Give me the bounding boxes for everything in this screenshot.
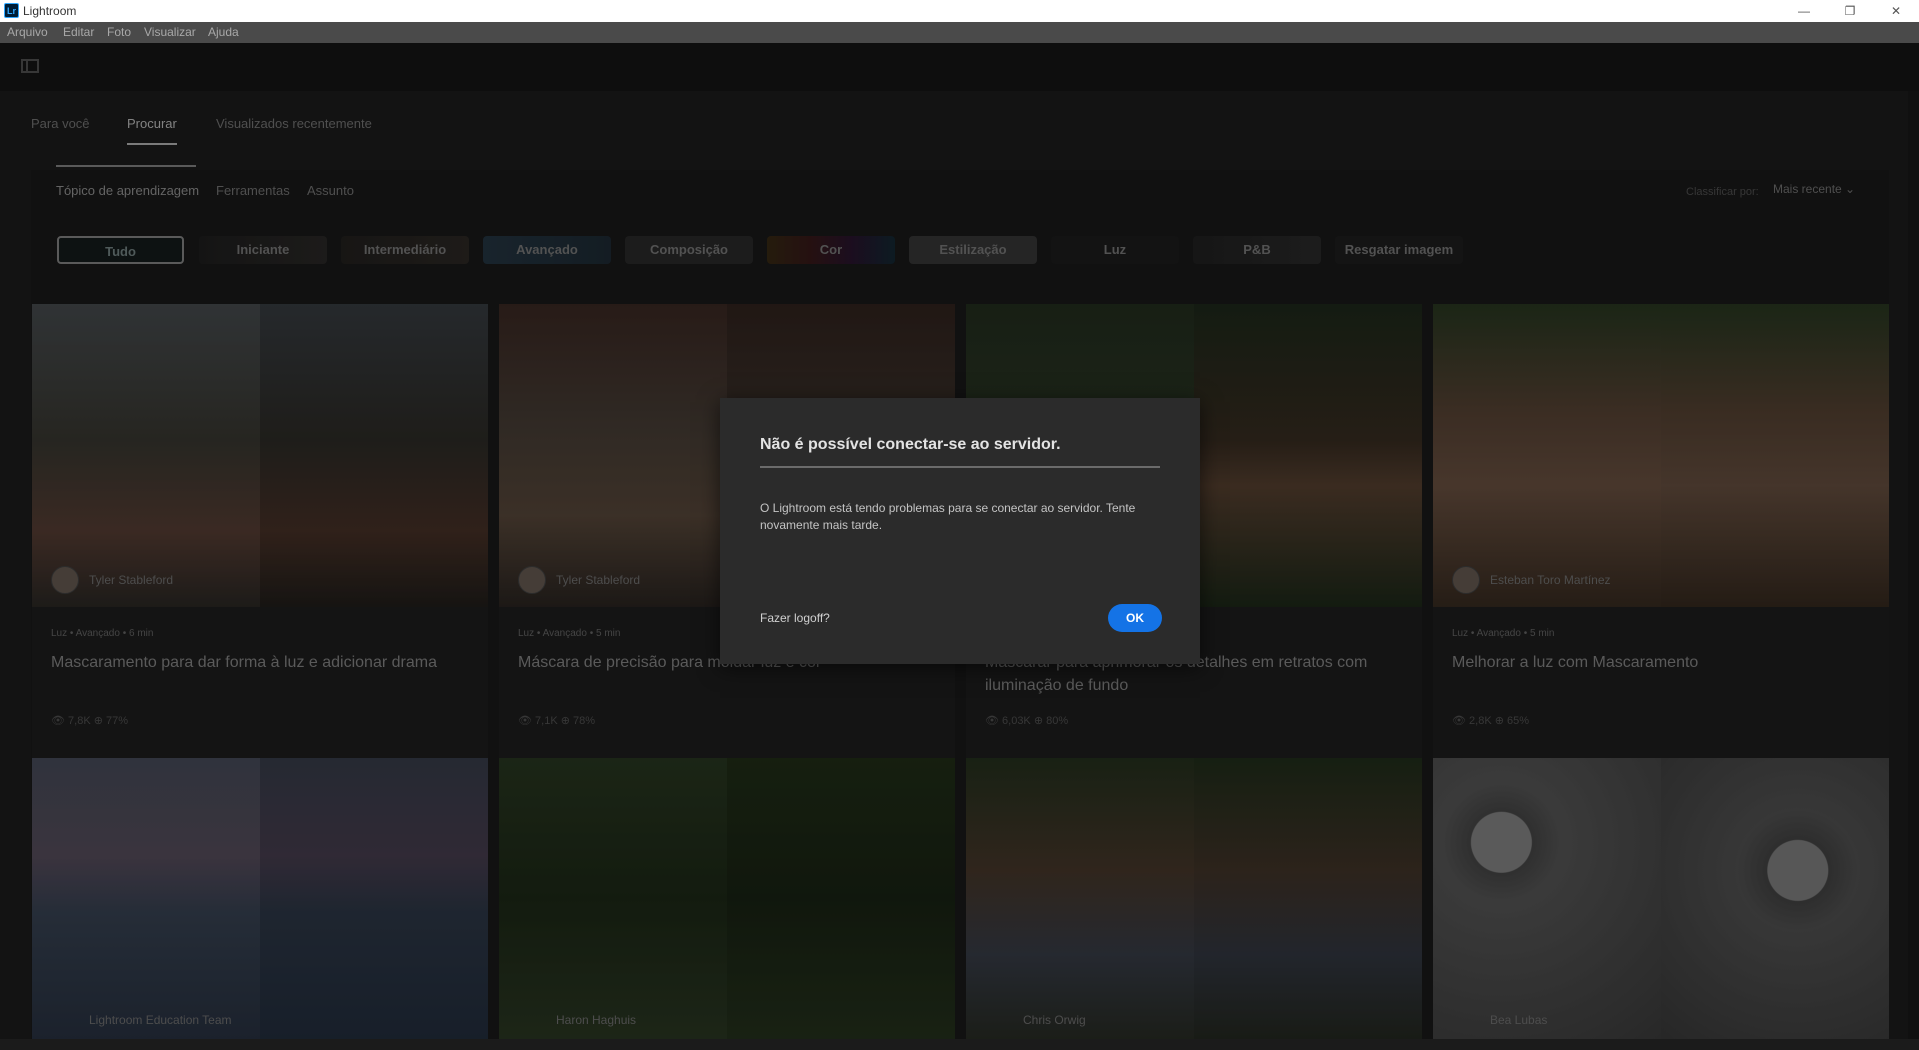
lightroom-app-icon: Lr	[4, 3, 19, 18]
ok-button[interactable]: OK	[1108, 604, 1162, 632]
dialog-message: O Lightroom está tendo problemas para se…	[760, 501, 1136, 532]
title-bar: Lr Lightroom — ❐ ✕	[0, 0, 1919, 22]
dialog-divider	[760, 466, 1160, 468]
connection-error-dialog: Não é possível conectar-se ao servidor. …	[720, 398, 1200, 664]
logoff-link[interactable]: Fazer logoff?	[760, 611, 830, 625]
menu-arquivo[interactable]: Arquivo	[7, 25, 48, 39]
menu-bar: Arquivo Editar Foto Visualizar Ajuda	[0, 22, 1919, 43]
menu-visualizar[interactable]: Visualizar	[144, 25, 196, 39]
menu-ajuda[interactable]: Ajuda	[208, 25, 239, 39]
restore-button[interactable]: ❐	[1827, 0, 1873, 22]
menu-foto[interactable]: Foto	[107, 25, 131, 39]
window-title: Lightroom	[23, 4, 77, 18]
minimize-button[interactable]: —	[1781, 0, 1827, 22]
menu-editar[interactable]: Editar	[63, 25, 94, 39]
close-button[interactable]: ✕	[1873, 0, 1919, 22]
dialog-title: Não é possível conectar-se ao servidor.	[760, 436, 1061, 453]
